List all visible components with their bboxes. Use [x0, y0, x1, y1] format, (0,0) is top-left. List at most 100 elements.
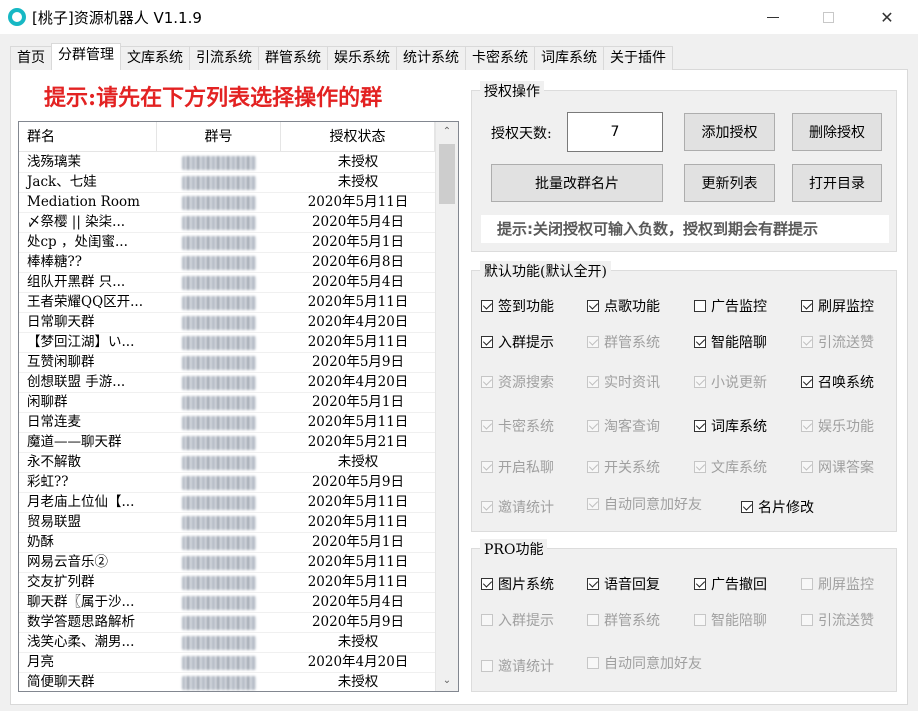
- checkbox-icon: [801, 578, 813, 590]
- tab-lexicon-system[interactable]: 词库系统: [534, 46, 604, 70]
- tab-entertainment-system[interactable]: 娱乐系统: [327, 46, 397, 70]
- table-row[interactable]: 【梦回江湖】い... 2020年5月11日: [19, 333, 435, 353]
- list-scrollbar[interactable]: ⌃ ⌄: [435, 122, 458, 691]
- table-row[interactable]: 处cp ，处闺蜜... 2020年5月1日: [19, 233, 435, 253]
- batch-rename-button[interactable]: 批量改群名片: [491, 164, 663, 202]
- table-row[interactable]: 棒棒糖?? 2020年6月8日: [19, 253, 435, 273]
- refresh-list-button[interactable]: 更新列表: [684, 164, 775, 202]
- redacted-group-number: [182, 375, 256, 390]
- group-number-cell: [157, 653, 281, 672]
- default-feature-checkbox-14[interactable]: 词库系统: [694, 416, 767, 436]
- default-feature-checkbox-22[interactable]: 名片修改: [741, 497, 814, 517]
- pro-feature-checkbox-0[interactable]: 图片系统: [481, 574, 554, 594]
- group-number-cell: [157, 233, 281, 252]
- pro-feature-checkbox-4: 入群提示: [481, 610, 554, 630]
- table-row[interactable]: 月老庙上位仙【... 2020年5月11日: [19, 493, 435, 513]
- checkbox-label: 刷屏监控: [818, 577, 874, 593]
- checkbox-label: 开关系统: [604, 460, 660, 476]
- column-header-auth-status[interactable]: 授权状态: [281, 122, 435, 151]
- table-row[interactable]: 交友扩列群 2020年5月11日: [19, 573, 435, 593]
- tab-group-admin-system[interactable]: 群管系统: [258, 46, 328, 70]
- checkbox-label: 智能陪聊: [711, 613, 767, 629]
- table-row[interactable]: 月亮 2020年4月20日: [19, 653, 435, 673]
- table-row[interactable]: 贸易联盟 2020年5月11日: [19, 513, 435, 533]
- default-feature-checkbox-4[interactable]: 入群提示: [481, 332, 554, 352]
- minimize-button[interactable]: [750, 0, 796, 34]
- table-row[interactable]: 浅笑心柔、潮男... 未授权: [19, 633, 435, 653]
- tab-about-plugin[interactable]: 关于插件: [603, 46, 673, 70]
- scrollbar-thumb[interactable]: [439, 144, 455, 204]
- table-row[interactable]: 闲聊群 2020年5月1日: [19, 393, 435, 413]
- tab-strip: 首页 分群管理 文库系统 引流系统 群管系统 娱乐系统 统计系统 卡密系统 词库…: [10, 43, 673, 70]
- table-row[interactable]: 〆祭樱 || 染柒... 2020年5月4日: [19, 213, 435, 233]
- auth-status-cell: 未授权: [337, 154, 379, 170]
- auth-days-input[interactable]: 7: [567, 112, 663, 152]
- table-row[interactable]: 奶酥 2020年5月1日: [19, 533, 435, 553]
- table-row[interactable]: 日常连麦 2020年5月11日: [19, 413, 435, 433]
- window-bottom-edge: [0, 706, 918, 711]
- checkbox-icon: [801, 461, 813, 473]
- group-number-cell: [157, 213, 281, 232]
- tab-statistics-system[interactable]: 统计系统: [396, 46, 466, 70]
- auth-status-cell: 未授权: [337, 674, 379, 690]
- table-row[interactable]: 王者荣耀QQ区开... 2020年5月11日: [19, 293, 435, 313]
- scroll-up-arrow-icon[interactable]: ⌃: [436, 122, 458, 142]
- redacted-group-number: [182, 155, 256, 170]
- table-row[interactable]: 组队开黑群 只... 2020年5月4日: [19, 273, 435, 293]
- table-row[interactable]: 聊天群〖属于沙... 2020年5月4日: [19, 593, 435, 613]
- checkbox-label: 小说更新: [711, 375, 767, 391]
- tab-group-management[interactable]: 分群管理: [51, 43, 121, 70]
- tab-library-system[interactable]: 文库系统: [120, 46, 190, 70]
- close-button[interactable]: ✕: [864, 0, 910, 34]
- group-number-cell: [157, 633, 281, 652]
- auth-status-cell: 2020年5月11日: [307, 194, 409, 210]
- checkbox-label: 召唤系统: [818, 375, 874, 391]
- checkbox-label: 娱乐功能: [818, 419, 874, 435]
- default-feature-checkbox-0[interactable]: 签到功能: [481, 296, 554, 316]
- checkbox-icon: [481, 461, 493, 473]
- table-row[interactable]: 魔道——聊天群 2020年5月21日: [19, 433, 435, 453]
- table-row[interactable]: Mediation Room 2020年5月11日: [19, 193, 435, 213]
- default-feature-checkbox-19: 网课答案: [801, 457, 874, 477]
- group-name-cell: 月老庙上位仙【...: [27, 494, 135, 510]
- checkbox-icon: [587, 657, 599, 669]
- tab-home[interactable]: 首页: [10, 46, 52, 70]
- checkbox-icon: [481, 336, 493, 348]
- default-feature-checkbox-2[interactable]: 广告监控: [694, 296, 767, 316]
- checkbox-label: 点歌功能: [604, 299, 660, 315]
- table-row[interactable]: 网易云音乐② 2020年5月11日: [19, 553, 435, 573]
- default-feature-checkbox-1[interactable]: 点歌功能: [587, 296, 660, 316]
- table-row[interactable]: 简便聊天群 未授权: [19, 673, 435, 691]
- table-row[interactable]: Jack、七娃 未授权: [19, 173, 435, 193]
- default-feature-checkbox-11[interactable]: 召唤系统: [801, 372, 874, 392]
- app-logo-icon: [8, 8, 26, 26]
- table-row[interactable]: 创想联盟 手游... 2020年4月20日: [19, 373, 435, 393]
- table-row[interactable]: 互赞闲聊群 2020年5月9日: [19, 353, 435, 373]
- auth-operations-title: 授权操作: [480, 81, 544, 101]
- checkbox-icon: [587, 461, 599, 473]
- group-list[interactable]: 群名 群号 授权状态 浅殇璃茉 未授权 Jack、七娃 未授权 Mediation Ro…: [18, 121, 459, 692]
- delete-auth-button[interactable]: 删除授权: [792, 113, 882, 151]
- add-auth-button[interactable]: 添加授权: [684, 113, 775, 151]
- pro-feature-checkbox-1[interactable]: 语音回复: [587, 574, 660, 594]
- table-row[interactable]: 浅殇璃茉 未授权: [19, 153, 435, 173]
- group-number-cell: [157, 593, 281, 612]
- tab-card-key-system[interactable]: 卡密系统: [465, 46, 535, 70]
- checkbox-label: 智能陪聊: [711, 335, 767, 351]
- table-row[interactable]: 彩虹?? 2020年5月9日: [19, 473, 435, 493]
- column-header-group-name[interactable]: 群名: [19, 122, 157, 151]
- group-number-cell: [157, 413, 281, 432]
- auth-status-cell: 2020年4月20日: [307, 374, 409, 390]
- scroll-down-arrow-icon[interactable]: ⌄: [436, 671, 458, 691]
- column-header-group-number[interactable]: 群号: [157, 122, 281, 151]
- table-row[interactable]: 日常聊天群 2020年4月20日: [19, 313, 435, 333]
- table-row[interactable]: 数学答题思路解析 2020年5月9日: [19, 613, 435, 633]
- open-directory-button[interactable]: 打开目录: [792, 164, 882, 202]
- pro-feature-checkbox-2[interactable]: 广告撤回: [694, 574, 767, 594]
- maximize-button: [805, 0, 851, 34]
- tab-traffic-system[interactable]: 引流系统: [189, 46, 259, 70]
- default-feature-checkbox-6[interactable]: 智能陪聊: [694, 332, 767, 352]
- default-feature-checkbox-3[interactable]: 刷屏监控: [801, 296, 874, 316]
- table-row[interactable]: 永不解散 未授权: [19, 453, 435, 473]
- checkbox-icon: [587, 578, 599, 590]
